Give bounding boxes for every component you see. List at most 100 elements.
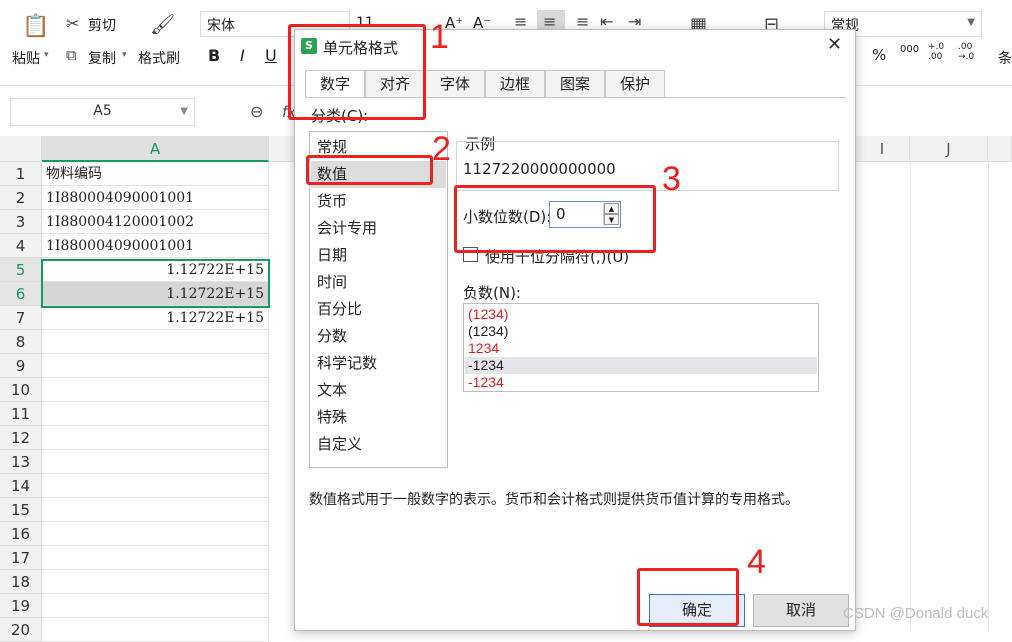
column-header-i[interactable]: I [855, 136, 910, 162]
row-header[interactable]: 8 [0, 330, 42, 354]
row-header[interactable]: 19 [0, 594, 42, 618]
decrease-decimal-button[interactable]: .00 →.0 [958, 42, 974, 62]
row-header[interactable]: 17 [0, 546, 42, 570]
category-item-scientific[interactable]: 科学记数 [311, 350, 446, 377]
cell-a20[interactable] [42, 618, 269, 642]
cell-a1[interactable]: 物料编码 [42, 162, 269, 186]
cell-a10[interactable] [42, 378, 269, 402]
zoom-icon[interactable]: ⊖ [250, 102, 263, 121]
cell-a15[interactable] [42, 498, 269, 522]
row-header[interactable]: 15 [0, 498, 42, 522]
paste-icon[interactable]: 📋 [22, 14, 49, 39]
tab-pattern[interactable]: 图案 [545, 70, 605, 97]
row-header[interactable]: 10 [0, 378, 42, 402]
gridline [988, 162, 989, 631]
cell-a18[interactable] [42, 570, 269, 594]
cell-a7[interactable]: 1.12722E+15 [42, 306, 269, 330]
cell-a17[interactable] [42, 546, 269, 570]
negative-option[interactable]: -1234 [465, 357, 817, 374]
row-header[interactable]: 20 [0, 618, 42, 642]
row-header[interactable]: 16 [0, 522, 42, 546]
cell-a11[interactable] [42, 402, 269, 426]
cell-a8[interactable] [42, 330, 269, 354]
column-header-a[interactable]: A [42, 136, 269, 162]
format-description: 数值格式用于一般数字的表示。货币和会计格式则提供货币值计算的专用格式。 [309, 492, 799, 508]
tab-font[interactable]: 字体 [425, 70, 485, 97]
tab-border[interactable]: 边框 [485, 70, 545, 97]
tab-protection[interactable]: 保护 [605, 70, 665, 97]
row-header[interactable]: 4 [0, 234, 42, 258]
negative-option[interactable]: -1234 [465, 374, 817, 391]
chevron-down-icon: ▼ [180, 106, 188, 117]
negative-option[interactable]: (1234) [465, 323, 817, 340]
cell-a2[interactable]: 1I880004090001001 [42, 186, 269, 210]
cell-a3[interactable]: 1I880004120001002 [42, 210, 269, 234]
category-item-accounting[interactable]: 会计专用 [311, 215, 446, 242]
percent-button[interactable]: % [872, 46, 886, 64]
cell-a14[interactable] [42, 474, 269, 498]
name-box[interactable]: A5 ▼ [10, 98, 195, 126]
paste-dropdown-icon[interactable]: ▾ [44, 50, 49, 60]
category-item-fraction[interactable]: 分数 [311, 323, 446, 350]
select-all-corner[interactable] [0, 136, 42, 162]
row-header[interactable]: 14 [0, 474, 42, 498]
annotation-box-4 [637, 568, 739, 626]
row-header[interactable]: 12 [0, 426, 42, 450]
underline-button[interactable]: U [265, 46, 277, 65]
category-item-currency[interactable]: 货币 [311, 188, 446, 215]
annotation-number-2: 2 [432, 130, 451, 168]
negative-numbers-list[interactable]: (1234) (1234) 1234 -1234 -1234 [463, 303, 819, 392]
category-item-text[interactable]: 文本 [311, 377, 446, 404]
category-item-custom[interactable]: 自定义 [311, 431, 446, 458]
annotation-box-1 [288, 24, 426, 120]
row-header[interactable]: 9 [0, 354, 42, 378]
row-header[interactable]: 1 [0, 162, 42, 186]
column-header-j[interactable]: J [910, 136, 988, 162]
annotation-box-3 [454, 185, 656, 253]
cell-a16[interactable] [42, 522, 269, 546]
copy-button[interactable]: 复制 [88, 48, 116, 68]
column-header-k[interactable] [988, 136, 1012, 162]
row-header[interactable]: 3 [0, 210, 42, 234]
category-item-date[interactable]: 日期 [311, 242, 446, 269]
copy-dropdown-icon[interactable]: ▾ [122, 50, 127, 60]
cell-a4[interactable]: 1I880004090001001 [42, 234, 269, 258]
scissors-icon[interactable]: ✂ [66, 14, 79, 33]
thousands-separator-button[interactable]: 000 [900, 44, 919, 55]
category-item-time[interactable]: 时间 [311, 269, 446, 296]
negative-option[interactable]: (1234) [465, 306, 817, 323]
chevron-down-icon: ▼ [967, 17, 975, 28]
negative-numbers-label: 负数(N): [463, 284, 521, 302]
format-painter-icon[interactable]: 🖌 [150, 12, 175, 36]
row-header[interactable]: 13 [0, 450, 42, 474]
bold-button[interactable]: B [208, 46, 220, 65]
font-name-value: 宋体 [207, 18, 235, 34]
row-header[interactable]: 5 [0, 258, 42, 282]
cancel-button[interactable]: 取消 [753, 594, 849, 627]
row-header[interactable]: 18 [0, 570, 42, 594]
cell-a19[interactable] [42, 594, 269, 618]
cut-button[interactable]: 剪切 [88, 15, 116, 35]
watermark: CSDN @Donald duck [843, 605, 989, 622]
negative-option[interactable]: 1234 [465, 340, 817, 357]
increase-decimal-button[interactable]: +.0 .00 [928, 42, 944, 62]
category-item-special[interactable]: 特殊 [311, 404, 446, 431]
category-item-percentage[interactable]: 百分比 [311, 296, 446, 323]
selection-outline [41, 259, 270, 308]
cell-a12[interactable] [42, 426, 269, 450]
cell-a13[interactable] [42, 450, 269, 474]
row-header[interactable]: 6 [0, 282, 42, 306]
annotation-number-4: 4 [747, 543, 766, 581]
copy-icon[interactable]: ⧉ [66, 46, 77, 64]
close-icon[interactable]: ✕ [827, 34, 842, 55]
format-painter-button[interactable]: 格式刷 [138, 48, 180, 68]
gridline [910, 162, 911, 631]
conditional-format-button[interactable]: 条 [998, 48, 1012, 68]
paste-button[interactable]: 粘贴 [12, 48, 40, 68]
cell-a9[interactable] [42, 354, 269, 378]
row-header[interactable]: 2 [0, 186, 42, 210]
row-header[interactable]: 11 [0, 402, 42, 426]
annotation-box-2 [306, 155, 433, 185]
italic-button[interactable]: I [240, 46, 245, 65]
row-header[interactable]: 7 [0, 306, 42, 330]
